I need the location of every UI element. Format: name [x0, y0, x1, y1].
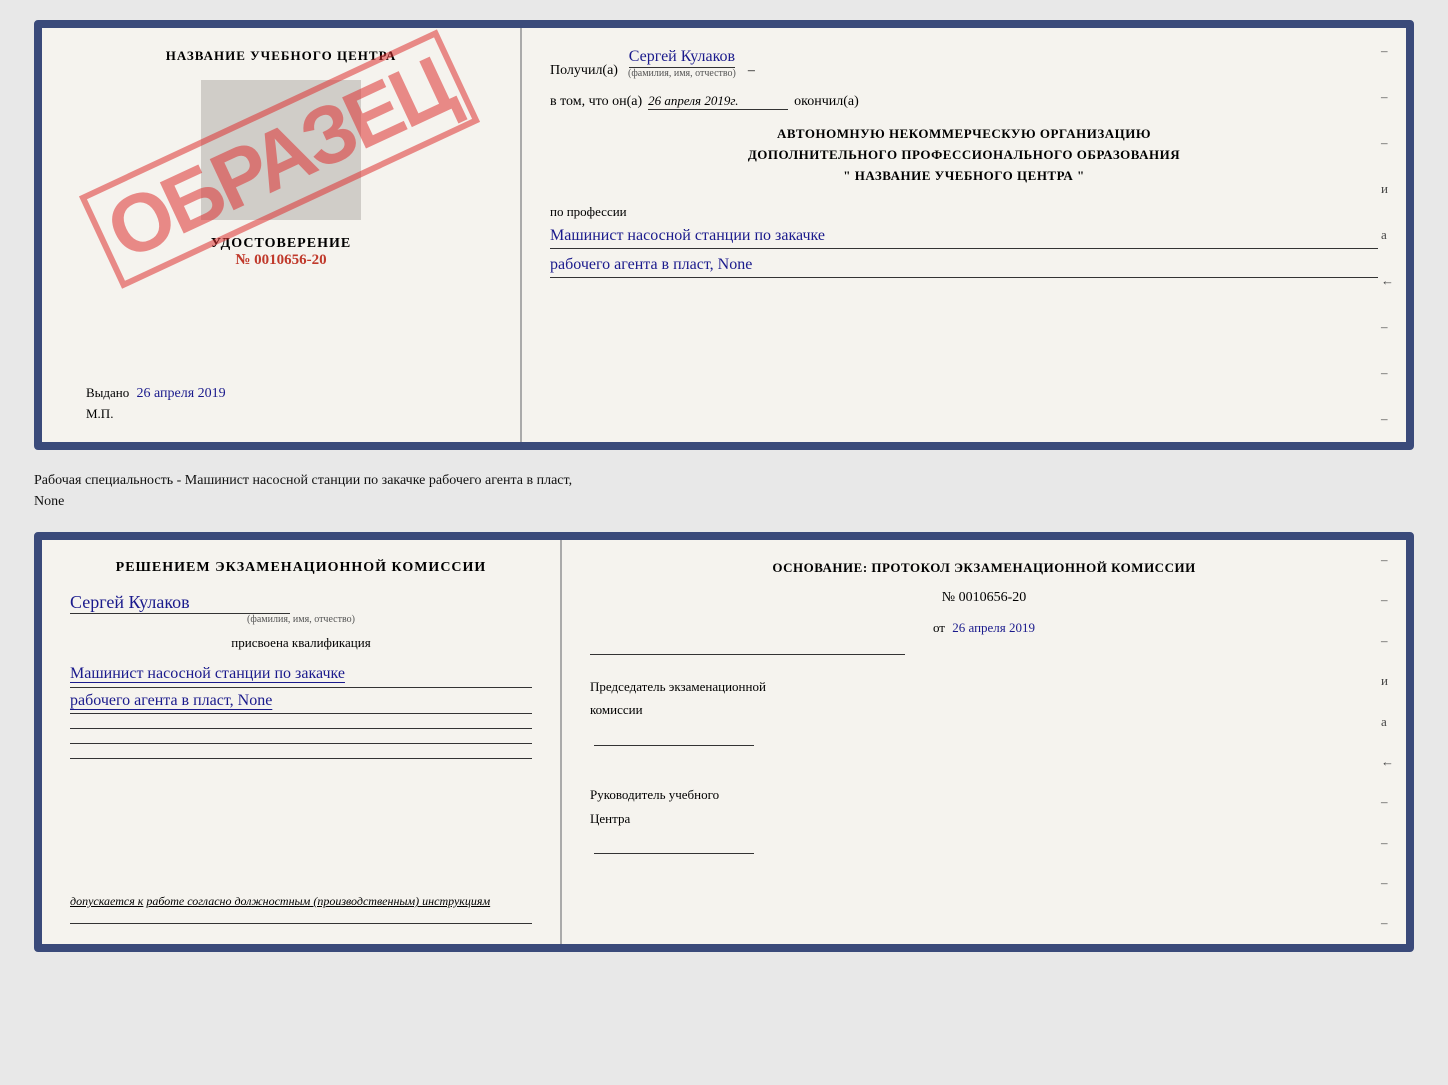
- org-line2: ДОПОЛНИТЕЛЬНОГО ПРОФЕССИОНАЛЬНОГО ОБРАЗО…: [550, 145, 1378, 166]
- qualification-line2: рабочего агента в пласт, None: [70, 688, 532, 715]
- org-line1: АВТОНОМНУЮ НЕКОММЕРЧЕСКУЮ ОРГАНИЗАЦИЮ: [550, 124, 1378, 145]
- sig-line-2: [70, 743, 532, 744]
- top-doc-left: НАЗВАНИЕ УЧЕБНОГО ЦЕНТРА УДОСТОВЕРЕНИЕ №…: [42, 28, 522, 442]
- udostoverenie-title: УДОСТОВЕРЕНИЕ: [211, 236, 351, 252]
- profession-line1: Машинист насосной станции по закачке: [550, 224, 1378, 249]
- rukovoditel-sig-line: [594, 853, 754, 854]
- rukovoditel-label: Руководитель учебного: [590, 783, 1378, 806]
- right-sig-line-1: [590, 654, 905, 655]
- po-professii-block: по профессии Машинист насосной станции п…: [550, 204, 1378, 278]
- udostoverenie-number: № 0010656-20: [211, 252, 351, 269]
- protocol-date: от 26 апреля 2019: [590, 620, 1378, 636]
- sig-line-1: [70, 728, 532, 729]
- person-name-top: Сергей Кулаков: [629, 48, 735, 68]
- bottom-doc-left: Решением экзаменационной комиссии Сергей…: [42, 540, 562, 944]
- profession-line2: рабочего агента в пласт, None: [550, 253, 1378, 278]
- predsedatel-label: Председатель экзаменационной: [590, 675, 1378, 698]
- okonchil-label: окончил(а): [794, 94, 859, 110]
- org-block: АВТОНОМНУЮ НЕКОММЕРЧЕСКУЮ ОРГАНИЗАЦИЮ ДО…: [550, 124, 1378, 186]
- protocol-number: № 0010656-20: [590, 590, 1378, 606]
- vydano-line: Выдано 26 апреля 2019: [86, 385, 496, 402]
- sig-line-3: [70, 758, 532, 759]
- person-name-bottom: Сергей Кулаков: [70, 592, 290, 614]
- mp-line: М.П.: [86, 406, 496, 422]
- vtom-row: в том, что он(а) 26 апреля 2019г. окончи…: [550, 93, 1378, 110]
- dash-separator: –: [748, 63, 755, 79]
- top-doc-right: Получил(а) Сергей Кулаков (фамилия, имя,…: [522, 28, 1406, 442]
- protocol-date-value: 26 апреля 2019: [952, 620, 1035, 635]
- bottom-doc-right: Основание: протокол экзаменационной коми…: [562, 540, 1406, 944]
- prisvoena-label: присвоена квалификация: [70, 635, 532, 651]
- poluchil-label: Получил(а): [550, 63, 618, 79]
- org-line3: " НАЗВАНИЕ УЧЕБНОГО ЦЕНТРА ": [550, 166, 1378, 187]
- komissii-label: комиссии: [590, 698, 1378, 721]
- caption-line1: Рабочая специальность - Машинист насосно…: [34, 470, 1414, 491]
- top-document: НАЗВАНИЕ УЧЕБНОГО ЦЕНТРА УДОСТОВЕРЕНИЕ №…: [34, 20, 1414, 450]
- vydano-label: Выдано: [86, 385, 129, 400]
- dopuskaetsya-label: допускается к: [70, 894, 143, 908]
- osnovanie-label: Основание: протокол экзаменационной коми…: [590, 560, 1378, 576]
- rukovoditel-block: Руководитель учебного Центра: [590, 783, 1378, 861]
- fio-hint-top: (фамилия, имя, отчество): [628, 68, 736, 79]
- centra-label: Центра: [590, 807, 1378, 830]
- qualification-line1: Машинист насосной станции по закачке: [70, 661, 532, 688]
- po-professii-label: по профессии: [550, 204, 627, 219]
- poluchil-row: Получил(а) Сергей Кулаков (фамилия, имя,…: [550, 48, 1378, 79]
- dopuskaetsya-block: допускается к работе согласно должностны…: [70, 886, 532, 909]
- sig-line-4: [70, 923, 532, 924]
- predsedatel-block: Председатель экзаменационной комиссии: [590, 675, 1378, 753]
- fio-hint-bottom: (фамилия, имя, отчество): [70, 614, 532, 625]
- ot-label: от: [933, 620, 945, 635]
- stamp-area: [201, 80, 361, 220]
- udostoverenie-block: УДОСТОВЕРЕНИЕ № 0010656-20: [211, 236, 351, 269]
- vtom-date: 26 апреля 2019г.: [648, 93, 788, 110]
- predsedatel-sig-line: [594, 745, 754, 746]
- caption-area: Рабочая специальность - Машинист насосно…: [34, 466, 1414, 516]
- institution-title-top: НАЗВАНИЕ УЧЕБНОГО ЦЕНТРА: [166, 48, 397, 64]
- caption-line2: None: [34, 491, 1414, 512]
- decision-title: Решением экзаменационной комиссии: [70, 560, 532, 576]
- bottom-document: Решением экзаменационной комиссии Сергей…: [34, 532, 1414, 952]
- vydano-date: 26 апреля 2019: [137, 386, 226, 401]
- right-dashes-top: – – – и а ← – – –: [1381, 28, 1394, 442]
- dopuskaetsya-value: работе согласно должностным (производств…: [146, 894, 490, 908]
- right-dashes-bottom: – – – и а ← – – – –: [1381, 540, 1394, 944]
- qualification-block: Машинист насосной станции по закачке раб…: [70, 661, 532, 714]
- vtom-label: в том, что он(а): [550, 94, 642, 110]
